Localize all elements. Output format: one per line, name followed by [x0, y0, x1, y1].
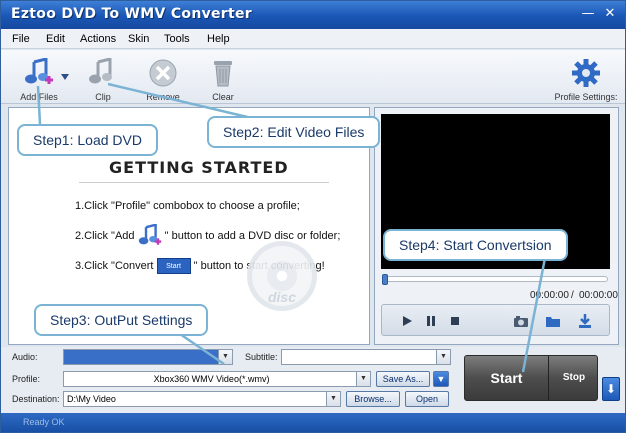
audio-select[interactable]: ▼: [63, 349, 233, 365]
browse-button[interactable]: Browse...: [346, 391, 400, 407]
play-icon[interactable]: [398, 312, 416, 330]
menu-file[interactable]: File: [12, 33, 30, 45]
menu-tools[interactable]: Tools: [164, 33, 190, 45]
subtitle-label: Subtitle:: [245, 352, 278, 362]
app-window: Eztoo DVD To WMV Converter — ✕ File Edit…: [0, 0, 626, 433]
callout-step4: Step4: Start Convertsion: [383, 229, 568, 261]
chevron-down-icon[interactable]: ▼: [218, 350, 232, 364]
stop-icon[interactable]: [446, 312, 464, 330]
menu-bar: File Edit Actions Skin Tools Help: [1, 29, 625, 49]
menu-help[interactable]: Help: [207, 33, 230, 45]
add-files-label: Add Files: [20, 92, 58, 102]
audio-label: Audio:: [12, 352, 38, 362]
profile-options-button[interactable]: ▼: [433, 371, 449, 387]
start-button[interactable]: Start: [465, 356, 549, 400]
status-bar: Ready OK: [1, 413, 625, 432]
step2-text: 2.Click "Add " button to add a DVD disc …: [75, 224, 340, 248]
status-text: Ready OK: [23, 417, 65, 427]
chevron-down-icon[interactable]: ▼: [326, 392, 340, 406]
clip-button[interactable]: Clip: [73, 52, 133, 102]
seek-thumb[interactable]: [382, 274, 388, 285]
music-note-add-icon: [25, 58, 53, 84]
profile-value: Xbox360 WMV Video(*.wmv): [153, 374, 270, 384]
callout-step3: Step3: OutPut Settings: [34, 304, 209, 336]
callout-step2: Step2: Edit Video Files: [207, 116, 381, 148]
profile-settings-label: Profile Settings:: [554, 92, 618, 102]
disc-text: disc: [267, 289, 296, 305]
profile-select[interactable]: Xbox360 WMV Video(*.wmv) ▼: [63, 371, 371, 387]
title-bar[interactable]: Eztoo DVD To WMV Converter — ✕: [1, 1, 625, 29]
add-files-button[interactable]: Add Files: [9, 52, 69, 102]
chevron-down-icon[interactable]: [61, 74, 69, 80]
profile-label: Profile:: [12, 374, 41, 384]
remove-icon: [149, 59, 177, 87]
chevron-down-icon[interactable]: ▼: [356, 372, 370, 386]
trash-icon: [214, 61, 232, 87]
folder-icon[interactable]: [544, 312, 562, 330]
expand-down-button[interactable]: ⬇: [602, 377, 620, 401]
chevron-down-icon[interactable]: ▼: [436, 350, 450, 364]
step1-text: 1.Click "Profile" combobox to choose a p…: [75, 200, 300, 212]
current-time: 00:00:00: [530, 290, 569, 301]
destination-value: D:\My Video: [67, 394, 116, 404]
time-separator: /: [571, 290, 574, 301]
callout-step1: Step1: Load DVD: [17, 124, 158, 156]
profile-settings-button[interactable]: Profile Settings:: [551, 52, 621, 102]
remove-button[interactable]: Remove: [133, 52, 193, 102]
total-time: 00:00:00: [579, 290, 618, 301]
camera-icon[interactable]: [512, 312, 530, 330]
toolbar: Add Files Clip Remove Clear Profile Sett…: [1, 50, 625, 104]
step2-pre: 2.Click "Add: [75, 229, 135, 242]
subtitle-select[interactable]: ▼: [281, 349, 451, 365]
music-note-clip-icon: [89, 58, 112, 84]
window-title: Eztoo DVD To WMV Converter: [11, 6, 253, 22]
pause-icon[interactable]: [422, 312, 440, 330]
stop-button[interactable]: Stop: [550, 356, 598, 400]
music-note-add-icon: [138, 224, 161, 245]
getting-started-title: GETTING STARTED: [109, 158, 289, 177]
remove-label: Remove: [146, 92, 180, 102]
settings-panel: Audio: ▼ Subtitle: ▼ Profile: Xbox360 WM…: [1, 347, 625, 413]
clip-label: Clip: [95, 92, 111, 102]
dvd-disc-watermark: disc: [247, 241, 317, 311]
clear-label: Clear: [212, 92, 234, 102]
step2-post: " button to add a DVD disc or folder;: [164, 229, 341, 242]
divider: [79, 182, 329, 183]
menu-edit[interactable]: Edit: [46, 33, 65, 45]
close-button[interactable]: ✕: [601, 6, 619, 22]
menu-actions[interactable]: Actions: [80, 33, 116, 45]
convert-controls: Start Stop: [464, 355, 598, 401]
step3-pre: 3.Click "Convert: [75, 259, 154, 272]
chevron-down-icon: ▼: [436, 374, 446, 384]
save-as-button[interactable]: Save As...: [376, 371, 430, 387]
seek-bar[interactable]: [382, 274, 608, 285]
preview-panel: 00:00:00 / 00:00:00: [374, 107, 619, 345]
inline-start-button-image: Start: [156, 258, 191, 274]
gear-icon: [572, 59, 600, 87]
player-controls: [381, 304, 610, 336]
destination-field[interactable]: D:\My Video ▼: [63, 391, 341, 407]
open-button[interactable]: Open: [405, 391, 449, 407]
download-icon[interactable]: [576, 312, 594, 330]
minimize-button[interactable]: —: [579, 6, 597, 22]
clear-button[interactable]: Clear: [193, 52, 253, 102]
destination-label: Destination:: [12, 394, 60, 404]
menu-skin[interactable]: Skin: [128, 33, 149, 45]
